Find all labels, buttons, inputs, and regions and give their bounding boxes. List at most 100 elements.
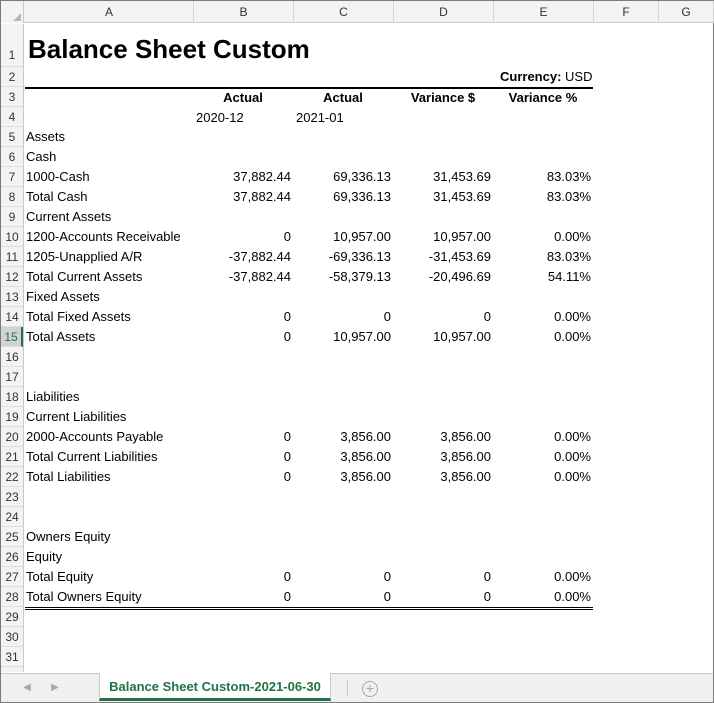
- value-variance-dollar: 0: [483, 569, 491, 584]
- row-header-27[interactable]: 27: [1, 567, 23, 587]
- plus-circle-icon[interactable]: +: [362, 681, 378, 697]
- row-header-14[interactable]: 14: [1, 307, 23, 327]
- column-header-c[interactable]: C: [294, 1, 394, 23]
- row-header-16[interactable]: 16: [1, 347, 23, 367]
- value-variance-pct: 0.00%: [554, 569, 591, 584]
- value-actual-2021-01: -58,379.13: [328, 269, 391, 284]
- row-header-19[interactable]: 19: [1, 407, 23, 427]
- value-actual-2021-01: 69,336.13: [333, 169, 391, 184]
- row-header-17[interactable]: 17: [1, 367, 23, 387]
- value-variance-pct: 0.00%: [554, 229, 591, 244]
- column-header-b[interactable]: B: [194, 1, 294, 23]
- value-variance-pct: 0.00%: [554, 329, 591, 344]
- line-label: Total Assets: [26, 329, 96, 344]
- total-double-border-bottom: [25, 609, 593, 610]
- value-variance-pct: 83.03%: [546, 189, 591, 204]
- line-label: Owners Equity: [26, 529, 111, 544]
- value-variance-pct: 83.03%: [546, 249, 591, 264]
- row-header-9[interactable]: 9: [1, 207, 23, 227]
- row-header-6[interactable]: 6: [1, 147, 23, 167]
- line-label: Total Current Assets: [26, 269, 143, 284]
- value-variance-dollar: 0: [483, 589, 491, 604]
- line-label: Total Owners Equity: [26, 589, 142, 604]
- row-header-5[interactable]: 5: [1, 127, 23, 147]
- header-actual-1: Actual: [223, 90, 263, 105]
- line-label: Fixed Assets: [26, 289, 100, 304]
- row-header-12[interactable]: 12: [1, 267, 23, 287]
- value-variance-pct: 0.00%: [554, 309, 591, 324]
- select-all-button[interactable]: [1, 1, 24, 23]
- row-header-28[interactable]: 28: [1, 587, 23, 607]
- line-label: Liabilities: [26, 389, 80, 404]
- chevron-left-icon[interactable]: ◀: [22, 682, 32, 694]
- sheet-tab-active[interactable]: Balance Sheet Custom-2021-06-30: [99, 673, 331, 701]
- line-label: Cash: [26, 149, 57, 164]
- value-variance-dollar: 10,957.00: [433, 329, 491, 344]
- value-actual-2020-12: 0: [283, 229, 291, 244]
- row-header-26[interactable]: 26: [1, 547, 23, 567]
- row-header-31[interactable]: 31: [1, 647, 23, 667]
- row-header-11[interactable]: 11: [1, 247, 23, 267]
- column-header-a[interactable]: A: [25, 1, 194, 23]
- column-header-f[interactable]: F: [594, 1, 659, 23]
- value-variance-pct: 54.11%: [547, 269, 591, 284]
- value-actual-2021-01: 3,856.00: [340, 449, 391, 464]
- value-actual-2020-12: 37,882.44: [233, 189, 291, 204]
- value-actual-2020-12: 0: [283, 469, 291, 484]
- value-actual-2021-01: 0: [383, 569, 391, 584]
- row-header-21[interactable]: 21: [1, 447, 23, 467]
- value-variance-dollar: 31,453.69: [433, 189, 491, 204]
- currency-label: Currency:: [500, 69, 562, 84]
- header-period-1: 2020-12: [196, 110, 244, 125]
- row-header-22[interactable]: 22: [1, 467, 23, 487]
- line-label: Total Liabilities: [26, 469, 111, 484]
- row-header-18[interactable]: 18: [1, 387, 23, 407]
- line-label: 2000-Accounts Payable: [26, 429, 164, 444]
- currency-value: USD: [565, 69, 593, 84]
- row-header-29[interactable]: 29: [1, 607, 23, 627]
- row-header-4[interactable]: 4: [1, 107, 23, 127]
- value-actual-2021-01: 3,856.00: [340, 429, 391, 444]
- value-actual-2021-01: 0: [383, 309, 391, 324]
- line-label: Total Cash: [26, 189, 88, 204]
- line-label: Equity: [26, 549, 63, 564]
- value-variance-pct: 0.00%: [554, 589, 591, 604]
- currency-cell: Currency: USD: [500, 67, 593, 87]
- value-actual-2020-12: -37,882.44: [228, 269, 291, 284]
- column-header-d[interactable]: D: [394, 1, 494, 23]
- column-header-g[interactable]: G: [659, 1, 714, 23]
- row-header-10[interactable]: 10: [1, 227, 23, 247]
- value-variance-pct: 0.00%: [554, 469, 591, 484]
- value-actual-2021-01: 10,957.00: [333, 329, 391, 344]
- row-header-25[interactable]: 25: [1, 527, 23, 547]
- value-variance-dollar: 3,856.00: [440, 469, 491, 484]
- line-label: Total Equity: [26, 569, 94, 584]
- row-header-24[interactable]: 24: [1, 507, 23, 527]
- column-header-e[interactable]: E: [494, 1, 594, 23]
- value-variance-dollar: 31,453.69: [433, 169, 491, 184]
- value-actual-2020-12: 0: [283, 449, 291, 464]
- row-header-23[interactable]: 23: [1, 487, 23, 507]
- line-label: Current Liabilities: [26, 409, 127, 424]
- value-variance-pct: 83.03%: [546, 169, 591, 184]
- row-header-13[interactable]: 13: [1, 287, 23, 307]
- value-variance-pct: 0.00%: [554, 449, 591, 464]
- row-header-7[interactable]: 7: [1, 167, 23, 187]
- row-header-3[interactable]: 3: [1, 87, 23, 107]
- row-header-8[interactable]: 8: [1, 187, 23, 207]
- tab-separator: [347, 680, 348, 696]
- value-actual-2021-01: 10,957.00: [333, 229, 391, 244]
- line-label: 1200-Accounts Receivable: [26, 229, 181, 244]
- value-actual-2021-01: 69,336.13: [333, 189, 391, 204]
- header-period-2: 2021-01: [296, 110, 344, 125]
- line-label: 1205-Unapplied A/R: [26, 249, 143, 264]
- row-header-1[interactable]: 1: [1, 24, 23, 67]
- worksheet-grid[interactable]: Balance Sheet Custom Currency: USD Actua…: [25, 24, 713, 672]
- row-header-30[interactable]: 30: [1, 627, 23, 647]
- row-header-15[interactable]: 15: [1, 327, 23, 347]
- chevron-right-icon[interactable]: ▶: [50, 682, 60, 694]
- line-label: Assets: [26, 129, 66, 144]
- row-header-2[interactable]: 2: [1, 67, 23, 87]
- row-header-20[interactable]: 20: [1, 427, 23, 447]
- value-actual-2020-12: -37,882.44: [228, 249, 291, 264]
